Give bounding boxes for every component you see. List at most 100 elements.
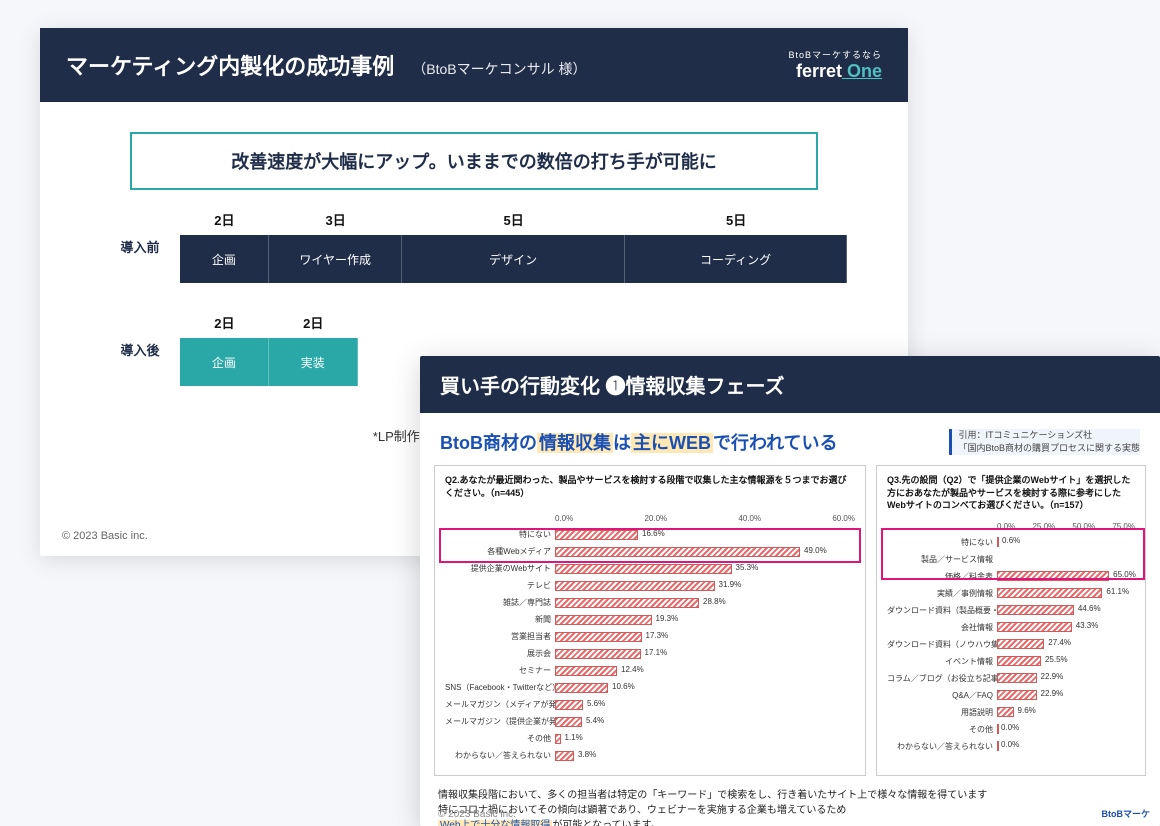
- bar-fill: [997, 639, 1044, 649]
- bar-value: 0.6%: [1002, 536, 1020, 545]
- bar-value: 35.3%: [736, 563, 759, 572]
- chart-q2-axis: 0.0% 20.0% 40.0% 60.0%: [555, 514, 855, 523]
- gantt-row-before: 導入前 2日 企画 3日 ワイヤー作成 5日 デザイン 5日 コーディング: [100, 210, 848, 283]
- bar-label: 製品／サービス情報: [887, 554, 997, 565]
- bar-fill: [555, 632, 642, 642]
- bar-row: わからない／答えられない 3.8%: [445, 748, 855, 763]
- chart-q3: Q3.先の設問（Q2）で「提供企業のWebサイト」を選択した方におあなたが製品や…: [876, 465, 1146, 776]
- chart-q3-body: 特にない0.6%製品／サービス情報価格／料金表65.0%実績／事例情報61.1%…: [887, 535, 1135, 754]
- bar-fill: [997, 537, 999, 547]
- after-block-0: 企画: [180, 338, 269, 386]
- chart-q2-question: Q2.あなたが最近関わった、製品やサービスを検討する段階で収集した主な情報源を５…: [445, 474, 855, 504]
- bar-label: メールマガジン（提供企業が発行）: [445, 716, 555, 727]
- bar-fill: [997, 741, 999, 751]
- bar-row: 会社情報43.3%: [887, 620, 1135, 635]
- bar-track: 28.8%: [555, 598, 855, 608]
- axis-tick: 75.0%: [1112, 522, 1135, 531]
- axis-tick: 0.0%: [555, 514, 573, 523]
- bar-row: Q&A／FAQ22.9%: [887, 688, 1135, 703]
- bar-row: 新聞19.3%: [445, 612, 855, 627]
- before-days-1: 3日: [269, 210, 403, 229]
- axis-tick: 25.0%: [1032, 522, 1055, 531]
- bar-track: 31.9%: [555, 581, 855, 591]
- bar-row: 営業担当者17.3%: [445, 629, 855, 644]
- bar-fill: [555, 598, 699, 608]
- bar-row: メールマガジン（提供企業が発行） 5.4%: [445, 714, 855, 729]
- sub-c: で行われている: [713, 433, 838, 453]
- bar-fill: [997, 707, 1014, 717]
- sub-hl1: 情報収集: [537, 433, 613, 453]
- bar-fill: [555, 717, 582, 727]
- bar-label: その他: [887, 724, 997, 735]
- bar-track: 5.6%: [555, 700, 855, 710]
- slide-2-subtitle: BtoB商材の情報収集は主にWEBで行われている: [440, 429, 838, 455]
- bar-track: 44.6%: [997, 605, 1135, 615]
- bar-label: 各種Webメディア: [445, 546, 555, 557]
- before-days-3: 5日: [625, 210, 847, 229]
- bar-fill: [997, 656, 1041, 666]
- bar-value: 0.0%: [1001, 740, 1019, 749]
- bar-row: ダウンロード資料（製品概要・仕様書等） 44.6%: [887, 603, 1135, 618]
- bar-value: 5.6%: [587, 699, 605, 708]
- chart-q2-body: 特にない16.6%各種Webメディア49.0%提供企業のWebサイト35.3%テ…: [445, 527, 855, 763]
- bar-row: 雑誌／専門誌28.8%: [445, 595, 855, 610]
- bar-row: セミナー12.4%: [445, 663, 855, 678]
- slide-1-title: マーケティング内製化の成功事例: [66, 49, 394, 81]
- bar-track: 0.0%: [997, 724, 1135, 734]
- citation-line-2: 「国内BtoB商材の購買プロセスに関する実態: [958, 442, 1140, 455]
- bar-row: 各種Webメディア49.0%: [445, 544, 855, 559]
- bar-label: わからない／答えられない: [445, 750, 555, 761]
- bar-fill: [997, 605, 1074, 615]
- bar-fill: [555, 751, 574, 761]
- bar-fill: [555, 700, 583, 710]
- after-block-1: 実装: [269, 338, 358, 386]
- summary-line-2: 特にコロナ禍においてその傾向は顕著であり、ウェビナーを実施する企業も増えているた…: [438, 803, 1142, 818]
- bar-row: 価格／料金表65.0%: [887, 569, 1135, 584]
- axis-tick: 40.0%: [738, 514, 761, 523]
- bar-fill: [555, 530, 638, 540]
- bar-value: 17.1%: [645, 648, 668, 657]
- bar-value: 27.4%: [1048, 638, 1071, 647]
- logo-tagline: BtoBマーケするなら: [788, 48, 882, 61]
- bar-fill: [555, 547, 800, 557]
- bar-label: コラム／ブログ（お役立ち記事）: [887, 673, 997, 684]
- bar-fill: [997, 673, 1037, 683]
- before-days-0: 2日: [180, 210, 269, 229]
- bar-value: 12.4%: [621, 665, 644, 674]
- bar-fill: [997, 622, 1072, 632]
- bar-track: 35.3%: [555, 564, 855, 574]
- bar-label: わからない／答えられない: [887, 741, 997, 752]
- bar-row: その他0.0%: [887, 722, 1135, 737]
- bar-value: 44.6%: [1078, 604, 1101, 613]
- bar-track: 61.1%: [997, 588, 1135, 598]
- axis-tick: 0.0%: [997, 522, 1015, 531]
- bar-fill: [997, 690, 1037, 700]
- bar-track: 25.5%: [997, 656, 1135, 666]
- bar-label: 用語説明: [887, 707, 997, 718]
- bar-label: SNS（Facebook・Twitterなど）: [445, 682, 555, 693]
- bar-row: SNS（Facebook・Twitterなど）10.6%: [445, 680, 855, 695]
- bar-value: 5.4%: [586, 716, 604, 725]
- bar-row: わからない／答えられない 0.0%: [887, 739, 1135, 754]
- bar-row: 実績／事例情報61.1%: [887, 586, 1135, 601]
- bar-track: 17.1%: [555, 649, 855, 659]
- axis-tick: 60.0%: [832, 514, 855, 523]
- bar-label: ダウンロード資料（製品概要・仕様書等）: [887, 605, 997, 616]
- slide-2-brand: BtoBマーケ: [1102, 807, 1151, 820]
- axis-tick: 50.0%: [1072, 522, 1095, 531]
- bar-value: 1.1%: [565, 733, 583, 742]
- bar-fill: [555, 683, 608, 693]
- bar-track: 3.8%: [555, 751, 855, 761]
- bar-value: 3.8%: [578, 750, 596, 759]
- bar-fill: [555, 666, 617, 676]
- bar-track: 9.6%: [997, 707, 1135, 717]
- summary-line-3-hl: Web上で十分な情報取得: [438, 820, 552, 826]
- bar-fill: [555, 564, 732, 574]
- bar-label: メールマガジン（メディアが発行）: [445, 699, 555, 710]
- bar-track: 27.4%: [997, 639, 1135, 649]
- bar-label: その他: [445, 733, 555, 744]
- bar-row: イベント情報25.5%: [887, 654, 1135, 669]
- bar-track: 0.0%: [997, 741, 1135, 751]
- sub-b: は: [613, 433, 631, 453]
- bar-label: 新聞: [445, 614, 555, 625]
